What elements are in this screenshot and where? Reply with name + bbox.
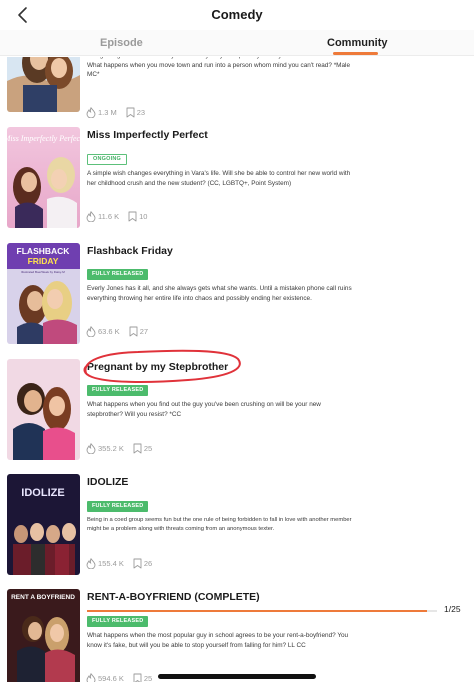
story-card[interactable]: IDOLIZE IDOLIZE FULLY RELEASED Being in …	[0, 474, 474, 590]
story-card[interactable]: RENT A BOYFRIEND RENT-A-BOYFRIEND (COMPL…	[0, 589, 474, 682]
cover-title: Miss Imperfectly Perfect	[7, 134, 80, 143]
story-stats: 63.6 K 27	[86, 325, 148, 337]
story-title[interactable]: Flashback Friday	[87, 245, 173, 257]
scroll-progress-fill	[87, 610, 427, 612]
story-cover: IDOLIZE	[7, 474, 80, 575]
status-badge: FULLY RELEASED	[87, 501, 149, 512]
flame-icon	[86, 106, 96, 118]
status-badge: ONGOING	[87, 154, 127, 165]
story-cover: FLASHBACK FRIDAY Illustrated BoerWeek by…	[7, 243, 80, 344]
view-count: 355.2 K	[98, 443, 124, 453]
episode-count: 27	[139, 326, 149, 336]
top-bar: Comedy	[0, 0, 474, 30]
flame-icon	[86, 672, 96, 682]
bookmark-icon	[133, 558, 142, 568]
bookmark-icon	[133, 443, 142, 453]
story-stats: 594.6 K 25	[86, 672, 152, 682]
cover-subtitle: Illustrated BoerWeek by Daisy-M	[21, 270, 65, 274]
story-stats: 1.3 M 23	[86, 106, 145, 118]
view-count: 1.3 M	[98, 107, 117, 117]
story-stats: 11.6 K 10	[86, 210, 147, 222]
tab-episode[interactable]: Episode	[100, 37, 143, 49]
story-card[interactable]: FLASHBACK FRIDAY Illustrated BoerWeek by…	[0, 243, 474, 359]
active-tab-indicator	[333, 52, 378, 55]
story-description: What happens when the most popular guy i…	[87, 632, 349, 649]
story-stats: 355.2 K 25	[86, 442, 152, 454]
story-card[interactable]: Being in high school has always been eas…	[0, 57, 474, 127]
cover-title: FLASHBACK	[17, 246, 71, 256]
story-cover	[7, 359, 80, 460]
story-description: Everly Jones has it all, and she always …	[87, 285, 352, 302]
status-badge: FULLY RELEASED	[87, 385, 149, 396]
page-title: Comedy	[211, 7, 263, 22]
story-card[interactable]: Miss Imperfectly Perfect Miss Imperfectl…	[0, 127, 474, 243]
episode-count: 23	[136, 107, 146, 117]
page-counter: 1/25	[444, 604, 461, 614]
tab-community[interactable]: Community	[327, 37, 388, 49]
story-title[interactable]: Pregnant by my Stepbrother	[87, 361, 228, 373]
flame-icon	[86, 210, 96, 222]
bookmark-icon	[126, 107, 135, 117]
story-card[interactable]: Pregnant by my Stepbrother FULLY RELEASE…	[0, 359, 474, 475]
episode-count: 10	[139, 211, 148, 221]
status-badge: FULLY RELEASED	[87, 616, 149, 627]
tab-bar: Episode Community	[0, 30, 474, 56]
story-cover: Miss Imperfectly Perfect	[7, 127, 80, 228]
flame-icon	[86, 442, 96, 454]
bookmark-icon	[128, 211, 137, 221]
view-count: 594.6 K	[98, 673, 124, 682]
story-stats: 155.4 K 26	[86, 557, 152, 569]
story-cover	[7, 57, 80, 112]
story-description: A simple wish changes everything in Vara…	[87, 170, 351, 187]
view-count: 63.6 K	[98, 326, 120, 336]
story-description: Being in high school has always been eas…	[87, 57, 351, 78]
story-title[interactable]: Miss Imperfectly Perfect	[87, 129, 208, 141]
flame-icon	[86, 325, 96, 337]
status-badge: FULLY RELEASED	[87, 269, 149, 280]
story-cover: RENT A BOYFRIEND	[7, 589, 80, 682]
story-title[interactable]: IDOLIZE	[87, 476, 128, 488]
story-title[interactable]: RENT-A-BOYFRIEND (COMPLETE)	[87, 591, 260, 603]
bookmark-icon	[129, 326, 138, 336]
story-list[interactable]: Being in high school has always been eas…	[0, 57, 474, 682]
view-count: 11.6 K	[98, 211, 120, 221]
story-description: What happens when you find out the guy y…	[87, 401, 321, 418]
episode-count: 26	[143, 558, 153, 568]
flame-icon	[86, 557, 96, 569]
scroll-progress-bar	[87, 610, 437, 612]
bookmark-icon	[133, 673, 142, 682]
home-indicator[interactable]	[158, 674, 316, 679]
cover-title: IDOLIZE	[21, 487, 64, 499]
episode-count: 25	[143, 673, 153, 682]
story-description: Being in a coed group seems fun but the …	[87, 517, 352, 532]
episode-count: 25	[143, 443, 153, 453]
cover-title: RENT A BOYFRIEND	[11, 594, 75, 601]
view-count: 155.4 K	[98, 558, 124, 568]
cover-title-line2: FRIDAY	[28, 256, 59, 266]
